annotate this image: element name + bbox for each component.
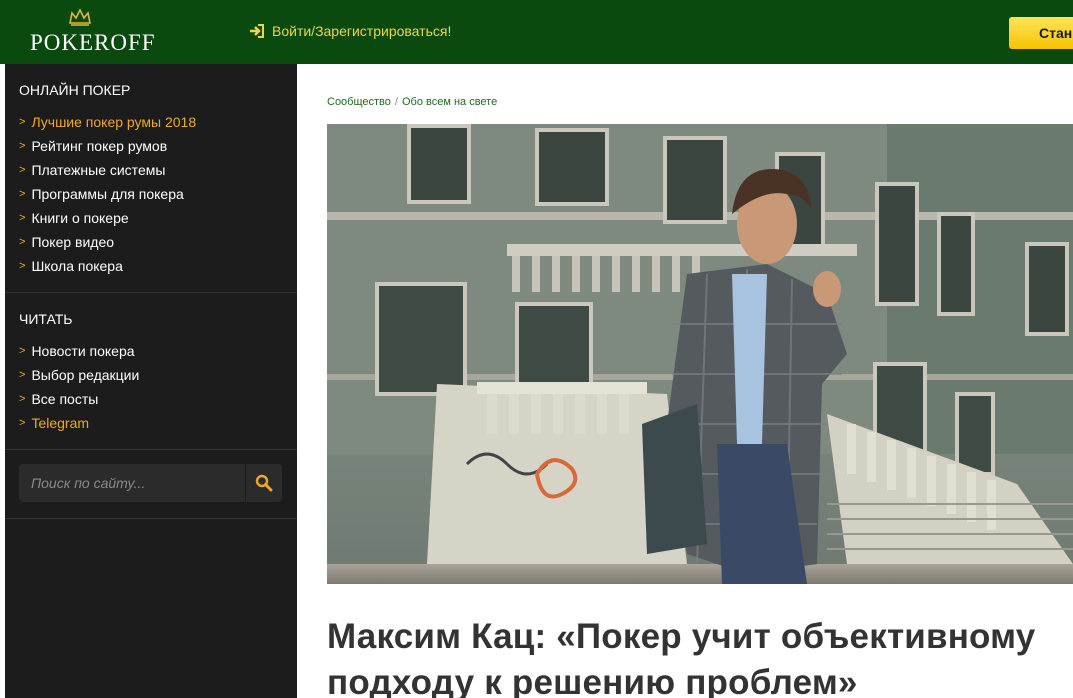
sign-in-icon: [250, 24, 264, 38]
sidebar: ОНЛАЙН ПОКЕР > Лучшие покер румы 2018 > Ре…: [5, 64, 297, 698]
logo-wordmark: POKEROFF: [30, 30, 156, 55]
chevron-right-icon: >: [19, 417, 26, 429]
search-box: [19, 464, 282, 502]
sidebar-menu: > Лучшие покер румы 2018 > Рейтинг покер р…: [19, 110, 297, 278]
chevron-right-icon: >: [19, 393, 26, 405]
sidebar-item-label: Новости покера: [31, 343, 135, 359]
main-content: Сообщество / Обо всем на свете Максим Ка…: [297, 64, 1073, 698]
sidebar-item-payment-systems[interactable]: > Платежные системы: [19, 158, 297, 182]
sidebar-item-label: Рейтинг покер румов: [31, 138, 168, 154]
hero-image: [327, 124, 1073, 584]
sidebar-item-label: Покер видео: [31, 234, 115, 250]
sidebar-item-all-posts[interactable]: > Все посты: [19, 387, 297, 411]
sidebar-menu: > Новости покера > Выбор редакции > Все пос…: [19, 339, 297, 435]
sidebar-item-poker-room-rating[interactable]: > Рейтинг покер румов: [19, 134, 297, 158]
sidebar-item-poker-school[interactable]: > Школа покера: [19, 254, 297, 278]
sidebar-item-label: Книги о покере: [31, 210, 129, 226]
sidebar-item-label: Программы для покера: [31, 186, 184, 202]
sidebar-section-read: ЧИТАТЬ > Новости покера > Выбор редакции >…: [5, 293, 297, 450]
sidebar-section-title: ЧИТАТЬ: [19, 311, 73, 327]
sidebar-item-label: Telegram: [31, 415, 90, 431]
breadcrumb: Сообщество / Обо всем на свете: [327, 96, 497, 108]
chevron-right-icon: >: [19, 260, 26, 272]
sidebar-item-best-poker-rooms[interactable]: > Лучшие покер румы 2018: [19, 110, 297, 134]
sidebar-item-label: Выбор редакции: [31, 367, 140, 383]
sidebar-section-online-poker: ОНЛАЙН ПОКЕР > Лучшие покер румы 2018 > Ре…: [5, 64, 297, 293]
breadcrumb-item-about-everything[interactable]: Обо всем на свете: [402, 96, 497, 108]
chevron-right-icon: >: [19, 164, 26, 176]
breadcrumb-item-community[interactable]: Сообщество: [327, 96, 391, 108]
hero-photo: [327, 124, 1073, 584]
sidebar-item-label: Школа покера: [31, 258, 123, 274]
search-icon: [255, 474, 273, 492]
search-button[interactable]: [246, 464, 282, 502]
sidebar-item-editors-choice[interactable]: > Выбор редакции: [19, 363, 297, 387]
sidebar-item-telegram[interactable]: > Telegram: [19, 411, 297, 435]
breadcrumb-separator: /: [394, 96, 398, 108]
article-title: Максим Кац: «Покер учит объективному под…: [327, 617, 1036, 698]
start-button[interactable]: Стан: [1009, 17, 1073, 49]
chevron-right-icon: >: [19, 345, 26, 357]
sidebar-item-poker-software[interactable]: > Программы для покера: [19, 182, 297, 206]
chevron-right-icon: >: [19, 116, 26, 128]
sidebar-item-poker-video[interactable]: > Покер видео: [19, 230, 297, 254]
sidebar-item-poker-books[interactable]: > Книги о покере: [19, 206, 297, 230]
sidebar-section-title: ОНЛАЙН ПОКЕР: [19, 82, 131, 98]
chevron-right-icon: >: [19, 369, 26, 381]
crown-icon: [69, 8, 91, 26]
site-header: POKEROFF Войти/Зарегистрироваться! Стан: [0, 0, 1073, 64]
search-input[interactable]: [19, 464, 244, 502]
sidebar-item-poker-news[interactable]: > Новости покера: [19, 339, 297, 363]
chevron-right-icon: >: [19, 188, 26, 200]
login-link[interactable]: Войти/Зарегистрироваться!: [248, 22, 451, 40]
chevron-right-icon: >: [19, 212, 26, 224]
login-label: Войти/Зарегистрироваться!: [272, 23, 452, 39]
sidebar-item-label: Лучшие покер румы 2018: [31, 114, 197, 130]
chevron-right-icon: >: [19, 236, 26, 248]
sidebar-item-label: Платежные системы: [31, 162, 166, 178]
sidebar-item-label: Все посты: [31, 391, 99, 407]
sidebar-search: [5, 450, 297, 519]
chevron-right-icon: >: [19, 140, 26, 152]
site-logo[interactable]: POKEROFF: [30, 8, 190, 55]
